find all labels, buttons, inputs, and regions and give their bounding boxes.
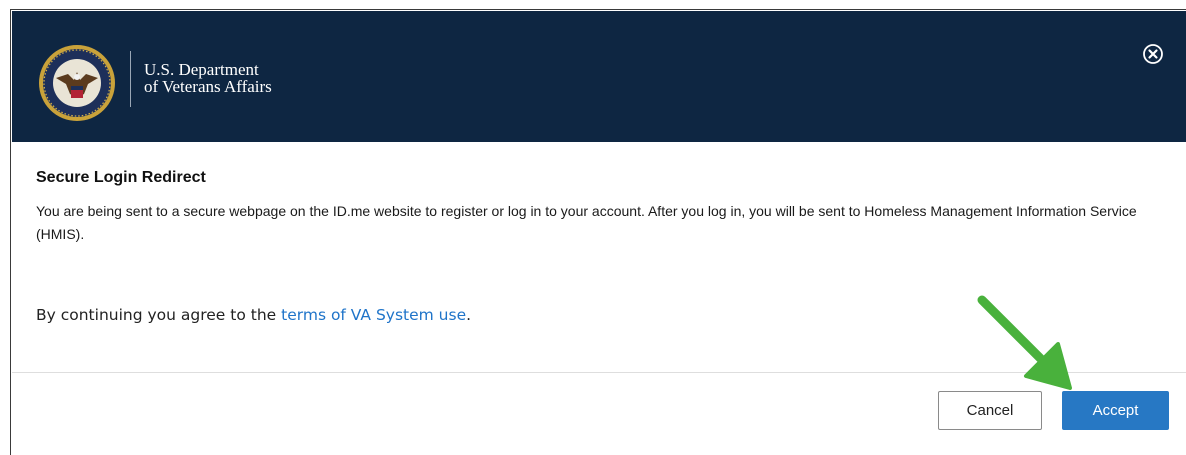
dialog-footer: Cancel Accept: [12, 373, 1186, 455]
dialog-title: Secure Login Redirect: [36, 169, 206, 186]
dialog-header: U.S. Department of Veterans Affairs: [12, 11, 1186, 142]
consent-suffix: .: [466, 306, 472, 324]
header-divider: [130, 51, 131, 107]
close-circle-icon: [1143, 44, 1163, 64]
dialog-body: Secure Login Redirect You are being sent…: [12, 142, 1186, 373]
agency-name-line1: U.S. Department: [144, 60, 259, 79]
login-redirect-dialog: U.S. Department of Veterans Affairs Secu…: [10, 9, 1186, 455]
agency-name: U.S. Department of Veterans Affairs: [144, 61, 272, 95]
accept-button[interactable]: Accept: [1062, 391, 1169, 430]
cancel-button[interactable]: Cancel: [938, 391, 1042, 430]
terms-link[interactable]: terms of VA System use: [281, 306, 466, 324]
va-seal-icon: [39, 45, 115, 121]
agency-name-line2: of Veterans Affairs: [144, 77, 272, 96]
dialog-message: You are being sent to a secure webpage o…: [36, 203, 1137, 242]
consent-text: By continuing you agree to the terms of …: [36, 306, 471, 324]
close-button[interactable]: [1142, 43, 1164, 65]
consent-prefix: By continuing you agree to the: [36, 306, 282, 324]
